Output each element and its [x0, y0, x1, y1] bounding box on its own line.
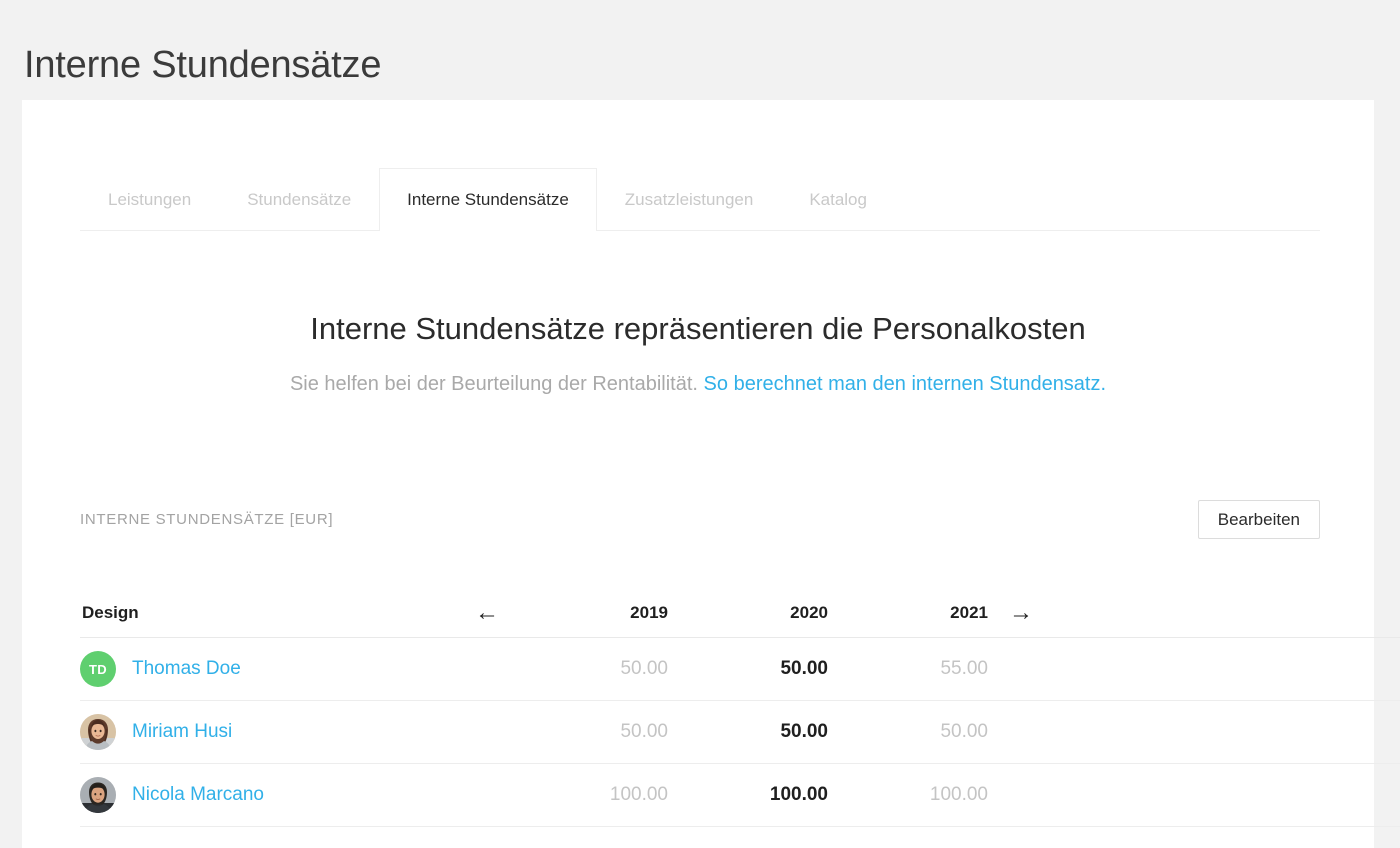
person-wrapper: Nicola Marcano — [80, 777, 460, 813]
cell-person: Nicola Marcano — [80, 763, 460, 827]
table-row: Nicola Marcano 100.00 100.00 100.00 — [80, 763, 1400, 827]
cell-spacer — [1048, 763, 1400, 827]
avatar[interactable]: TD — [80, 651, 116, 687]
hero-help-link[interactable]: So berechnet man den internen Stundensat… — [704, 373, 1107, 395]
tab-interne-stundensätze[interactable]: Interne Stundensätze — [379, 168, 597, 231]
cell-arrow-spacer-left — [460, 763, 514, 827]
table-row: Miriam Husi 50.00 50.00 50.00 — [80, 700, 1400, 764]
cell-arrow-spacer-right — [994, 700, 1048, 764]
cell-rate-2021[interactable]: 50.00 — [834, 700, 994, 764]
tab-stundensätze[interactable]: Stundensätze — [219, 168, 379, 230]
internal-rates-table: Design ← 2019 2020 2021 → TD Thomas Doe 50… — [80, 588, 1400, 827]
person-wrapper: Miriam Husi — [80, 714, 460, 750]
table-body: TD Thomas Doe 50.00 50.00 55.00 Miriam Husi 50… — [80, 637, 1400, 827]
section-label: INTERNE STUNDENSÄTZE [EUR] — [80, 510, 334, 528]
cell-arrow-spacer-left — [460, 700, 514, 764]
table-header-row: Design ← 2019 2020 2021 → — [80, 588, 1400, 638]
page-title: Interne Stundensätze — [24, 44, 382, 87]
table-row: TD Thomas Doe 50.00 50.00 55.00 — [80, 637, 1400, 701]
cell-arrow-spacer-right — [994, 637, 1048, 701]
person-link[interactable]: Miriam Husi — [132, 721, 232, 743]
tab-label: Zusatzleistungen — [624, 189, 754, 209]
cell-rate-2020[interactable]: 50.00 — [674, 637, 834, 701]
cell-person: TD Thomas Doe — [80, 637, 460, 701]
year-header-0[interactable]: 2019 — [514, 588, 674, 638]
year-header-2[interactable]: 2021 — [834, 588, 994, 638]
prev-year-button[interactable]: ← — [460, 588, 514, 638]
tab-label: Stundensätze — [247, 189, 352, 209]
cell-rate-2019[interactable]: 50.00 — [514, 700, 674, 764]
avatar-photo — [80, 714, 116, 750]
cell-spacer — [1048, 700, 1400, 764]
cell-rate-2019[interactable]: 100.00 — [514, 763, 674, 827]
avatar-initials: TD — [80, 651, 116, 687]
hero-title: Interne Stundensätze repräsentieren die … — [310, 311, 1086, 346]
hero-subtitle: Sie helfen bei der Beurteilung der Renta… — [22, 373, 1374, 396]
tab-zusatzleistungen[interactable]: Zusatzleistungen — [597, 168, 782, 230]
tab-bar: Leistungen Stundensätze Interne Stundensät… — [80, 168, 1320, 231]
person-wrapper: TD Thomas Doe — [80, 651, 460, 687]
edit-button[interactable]: Bearbeiten — [1197, 499, 1320, 539]
section-header: INTERNE STUNDENSÄTZE [EUR] Bearbeiten — [80, 495, 1320, 543]
cell-rate-2020[interactable]: 50.00 — [674, 700, 834, 764]
hero-subtitle-text: Sie helfen bei der Beurteilung der Renta… — [289, 372, 698, 395]
cell-rate-2021[interactable]: 100.00 — [834, 763, 994, 827]
tab-label: Katalog — [809, 189, 867, 209]
cell-rate-2019[interactable]: 50.00 — [514, 637, 674, 701]
hero-section: Interne Stundensätze repräsentieren die … — [22, 310, 1374, 396]
person-link[interactable]: Nicola Marcano — [132, 784, 264, 806]
cell-rate-2021[interactable]: 55.00 — [834, 637, 994, 701]
cell-spacer — [1048, 637, 1400, 701]
tab-label: Leistungen — [108, 189, 192, 209]
person-link[interactable]: Thomas Doe — [132, 658, 241, 680]
arrow-right-icon: → — [1009, 598, 1033, 626]
arrow-left-icon: ← — [475, 598, 499, 626]
tab-katalog[interactable]: Katalog — [781, 168, 895, 230]
group-header-design: Design — [80, 588, 460, 638]
header-spacer — [1048, 588, 1400, 638]
avatar-photo — [80, 777, 116, 813]
cell-person: Miriam Husi — [80, 700, 460, 764]
tab-label: Interne Stundensätze — [407, 189, 569, 209]
content-card: Leistungen Stundensätze Interne Stundensät… — [22, 100, 1400, 848]
cell-arrow-spacer-left — [460, 637, 514, 701]
cell-arrow-spacer-right — [994, 763, 1048, 827]
avatar[interactable] — [80, 714, 116, 750]
next-year-button[interactable]: → — [994, 588, 1048, 638]
year-header-1[interactable]: 2020 — [674, 588, 834, 638]
cell-rate-2020[interactable]: 100.00 — [674, 763, 834, 827]
avatar[interactable] — [80, 777, 116, 813]
tab-leistungen[interactable]: Leistungen — [80, 168, 219, 230]
